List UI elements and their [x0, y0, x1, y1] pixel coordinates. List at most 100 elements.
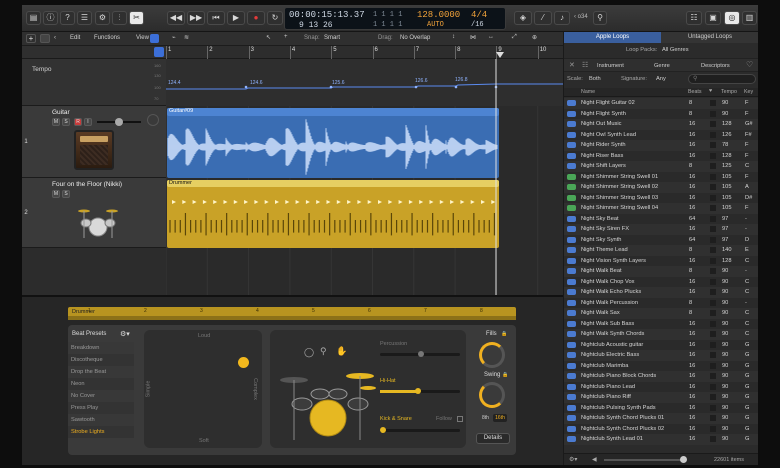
swing-knob[interactable]	[479, 382, 505, 408]
loop-list-item[interactable]: Nightclub Synth Chord Plucks 01 16 90 G	[564, 413, 758, 424]
favorite-checkbox[interactable]	[710, 173, 716, 180]
loop-list-item[interactable]: Night Rider Synth 16 78 F	[564, 140, 758, 151]
record-button[interactable]: ●	[247, 11, 265, 25]
audio-loop-icon[interactable]	[567, 215, 576, 222]
tab-instrument[interactable]: Instrument	[597, 63, 624, 69]
track-header-guitar[interactable]: 1 Guitar M S R I	[22, 106, 166, 178]
audio-loop-icon[interactable]	[567, 404, 576, 411]
favorite-checkbox[interactable]	[710, 310, 716, 316]
lock-icon[interactable]: 🔒	[502, 372, 508, 378]
loop-list-item[interactable]: Night Walk Sax 8 90 C	[564, 308, 758, 319]
waveform-zoom-icon[interactable]: ⋈	[470, 34, 476, 41]
record-enable-button[interactable]: R	[74, 118, 82, 126]
favorite-checkbox[interactable]	[710, 236, 716, 243]
beat-preset-item[interactable]: Neon	[68, 378, 134, 390]
zoom-horizontal-icon[interactable]: ↔	[488, 34, 494, 40]
track-name[interactable]: Guitar	[52, 109, 70, 116]
favorite-checkbox[interactable]	[710, 215, 716, 222]
fills-knob[interactable]	[479, 342, 505, 368]
favorite-checkbox[interactable]	[710, 226, 716, 232]
solo-button[interactable]: S	[62, 118, 70, 126]
audio-loop-icon[interactable]	[567, 373, 576, 379]
favorite-checkbox[interactable]	[710, 299, 716, 306]
loop-list-item[interactable]: Night Owl Synth Lead 16 126 F#	[564, 129, 758, 140]
audio-loop-icon[interactable]	[567, 152, 576, 159]
loop-list-item[interactable]: Night Riser Bass 16 128 F	[564, 150, 758, 161]
count-in-icon[interactable]: ⁄	[534, 11, 552, 25]
favorite-checkbox[interactable]	[710, 383, 716, 390]
pointer-tool-icon[interactable]: ↖	[266, 34, 271, 41]
browsers-icon[interactable]: ▥	[742, 11, 757, 25]
favorite-checkbox[interactable]	[710, 152, 716, 159]
tempo-node[interactable]	[454, 85, 458, 89]
tracks-area[interactable]: 124.4 124.6 125.6 126.6 126.8 Guitar#09 …	[154, 59, 563, 295]
rewind-button[interactable]: ◀◀	[167, 11, 185, 25]
lock-icon[interactable]: 🔒	[501, 331, 507, 337]
follow-checkbox[interactable]	[457, 416, 463, 422]
favorite-checkbox[interactable]	[710, 289, 716, 295]
tempo-lane[interactable]	[166, 59, 563, 106]
settings-icon[interactable]: ⚙▾	[569, 456, 577, 463]
loop-list-item[interactable]: Night Walk Echo Plucks 16 90 C	[564, 287, 758, 298]
pan-knob[interactable]	[147, 114, 159, 126]
loop-list-item[interactable]: Night Shimmer String Swell 02 16 105 A	[564, 182, 758, 193]
loop-list-item[interactable]: Night Sky Siren FX 16 97 -	[564, 224, 758, 235]
favorite-checkbox[interactable]	[710, 404, 716, 411]
tempo-track-header[interactable]: Tempo	[22, 59, 166, 106]
loop-list-item[interactable]: Night Walk Chop Vox 16 90 C	[564, 276, 758, 287]
lcd-signature[interactable]: 4/4	[471, 10, 487, 20]
loop-list-item[interactable]: Nightclub Piano Lead 16 90 G	[564, 381, 758, 392]
speaker-icon[interactable]: ◀	[592, 456, 597, 463]
loop-list-item[interactable]: Night Theme Lead 8 140 E	[564, 245, 758, 256]
swing-8th-button[interactable]: 8th	[479, 414, 492, 422]
audio-loop-icon[interactable]	[567, 236, 576, 243]
beat-preset-item[interactable]: Press Play	[68, 402, 134, 414]
favorite-checkbox[interactable]	[710, 341, 716, 348]
audio-loop-icon[interactable]	[567, 310, 576, 316]
hi-hat-thumb[interactable]	[415, 388, 421, 394]
loop-list-item[interactable]: Night Walk Percussion 8 90 -	[564, 297, 758, 308]
midi-loop-icon[interactable]	[567, 184, 576, 190]
heart-icon[interactable]: ♡	[746, 60, 753, 69]
smart-controls-icon[interactable]: ☰	[77, 11, 92, 25]
favorite-checkbox[interactable]	[710, 352, 716, 358]
loop-list-item[interactable]: Night Vision Synth Layers 16 128 C	[564, 255, 758, 266]
audio-loop-icon[interactable]	[567, 100, 576, 106]
drummer-region-bar[interactable]: Drummer 12345678	[68, 307, 516, 320]
tracks-canvas[interactable]	[165, 59, 563, 295]
audio-loop-icon[interactable]	[567, 425, 576, 432]
loop-list-item[interactable]: Night Sky Synth 64 97 D	[564, 234, 758, 245]
mute-button[interactable]: M	[52, 190, 60, 198]
col-beats[interactable]: Beats	[688, 89, 702, 95]
clap-icon[interactable]: ✋	[336, 346, 347, 357]
beat-preset-item[interactable]: Discotheque	[68, 354, 134, 366]
percussion-thumb[interactable]	[418, 351, 424, 357]
preview-volume-thumb[interactable]	[680, 456, 687, 463]
metronome-icon[interactable]: ♪	[554, 11, 570, 25]
kick-snare-thumb[interactable]	[380, 427, 386, 433]
loop-list-item[interactable]: Night Walk Sub Bass 16 90 C	[564, 318, 758, 329]
settings-icon[interactable]: ⚙	[95, 11, 110, 25]
favorite-checkbox[interactable]	[710, 131, 716, 138]
loop-list-item[interactable]: Night Sky Beat 64 97 -	[564, 213, 758, 224]
favorite-checkbox[interactable]	[710, 436, 716, 442]
loop-list-item[interactable]: Nightclub Marimba 16 90 G	[564, 360, 758, 371]
add-track-button[interactable]: +	[26, 34, 36, 43]
loop-list-item[interactable]: Nightclub Piano Block Chords 16 90 G	[564, 371, 758, 382]
tab-genre[interactable]: Genre	[654, 63, 670, 69]
tab-untagged-loops[interactable]: Untagged Loops	[661, 32, 758, 43]
master-volume-icon[interactable]: ⚲	[593, 11, 607, 25]
midi-loop-icon[interactable]	[567, 173, 576, 180]
drum-kit-icon[interactable]	[280, 366, 376, 442]
audio-loop-icon[interactable]	[567, 320, 576, 327]
crosshair-tool-icon[interactable]: +	[284, 34, 288, 40]
functions-menu[interactable]: Functions	[94, 35, 120, 41]
loop-list-item[interactable]: Nightclub Piano Riff 16 90 G	[564, 392, 758, 403]
details-button[interactable]: Details	[476, 433, 510, 444]
project-label[interactable]: ‹ o34	[574, 14, 588, 20]
catch-playhead-icon[interactable]	[150, 34, 159, 43]
audio-loop-icon[interactable]	[567, 247, 576, 253]
inspector-icon[interactable]: ⓘ	[43, 11, 58, 25]
loop-list-item[interactable]: Nightclub Acoustic guitar 16 90 G	[564, 339, 758, 350]
go-to-start-button[interactable]: ⏮	[207, 11, 225, 25]
